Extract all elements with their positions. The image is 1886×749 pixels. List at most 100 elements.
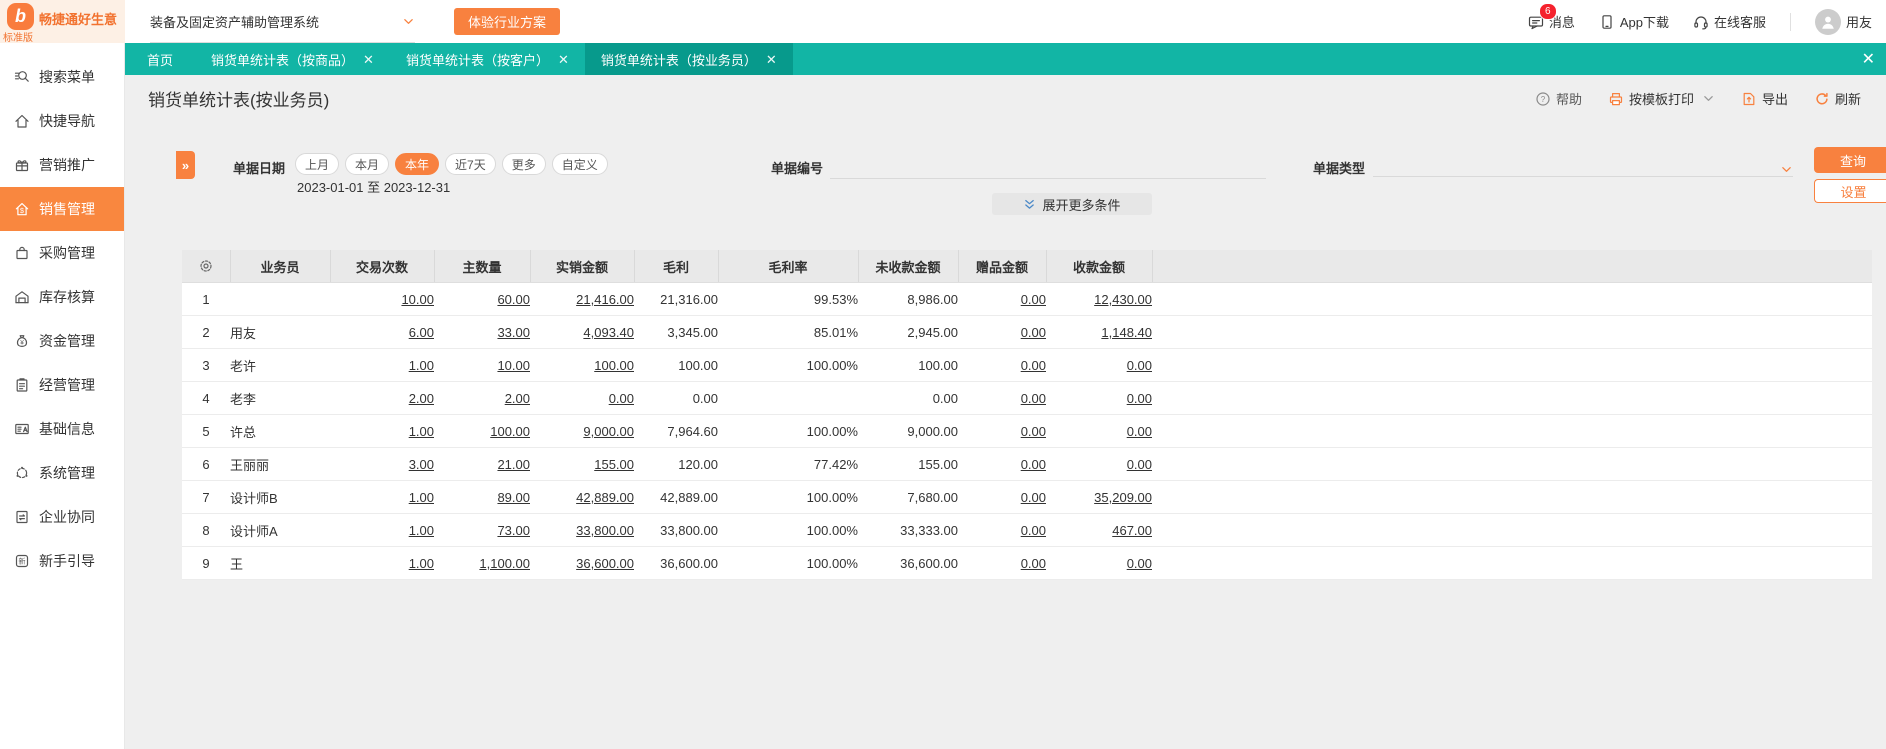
- tab-by-product[interactable]: 销货单统计表（按商品） ✕: [195, 43, 390, 75]
- svg-text:?: ?: [1541, 94, 1546, 103]
- sidebar-item-marketing[interactable]: 营销推广: [0, 143, 124, 187]
- drilldown-link[interactable]: 21,416.00: [576, 292, 634, 307]
- drilldown-link[interactable]: 2.00: [409, 391, 434, 406]
- help-button[interactable]: ? 帮助: [1535, 89, 1582, 108]
- drilldown-link[interactable]: 12,430.00: [1094, 292, 1152, 307]
- sidebar-item-search-menu[interactable]: 搜索菜单: [0, 55, 124, 99]
- close-tabs-icon[interactable]: ✕: [1862, 43, 1875, 75]
- chevron-down-icon[interactable]: [1702, 92, 1715, 105]
- drilldown-link[interactable]: 35,209.00: [1094, 490, 1152, 505]
- drilldown-link[interactable]: 9,000.00: [583, 424, 634, 439]
- table-cell: 10.00: [330, 282, 434, 316]
- sidebar-item-purchase-mgmt[interactable]: 采购管理: [0, 231, 124, 275]
- drilldown-link[interactable]: 33.00: [497, 325, 530, 340]
- drilldown-link[interactable]: 10.00: [401, 292, 434, 307]
- tab-home[interactable]: 首页: [125, 43, 195, 75]
- drilldown-link[interactable]: 467.00: [1112, 523, 1152, 538]
- user-menu[interactable]: 用友: [1814, 8, 1872, 35]
- table-cell: [718, 381, 858, 415]
- drilldown-link[interactable]: 6.00: [409, 325, 434, 340]
- column-settings-header[interactable]: [182, 250, 231, 283]
- table-gear-icon[interactable]: [182, 258, 230, 274]
- messages-button[interactable]: 消息 6: [1528, 3, 1575, 31]
- settings-button[interactable]: 设置: [1814, 179, 1886, 203]
- doc-type-select[interactable]: [1373, 154, 1793, 177]
- drilldown-link[interactable]: 0.00: [1127, 424, 1152, 439]
- close-tab-icon[interactable]: ✕: [363, 53, 374, 66]
- printer-icon: [1608, 91, 1624, 107]
- date-pill-本月[interactable]: 本月: [345, 153, 390, 175]
- drilldown-link[interactable]: 0.00: [1021, 490, 1046, 505]
- drilldown-link[interactable]: 0.00: [1021, 523, 1046, 538]
- drilldown-link[interactable]: 4,093.40: [583, 325, 634, 340]
- drilldown-link[interactable]: 0.00: [1021, 391, 1046, 406]
- sidebar-item-enterprise-collab[interactable]: 企业协同: [0, 495, 124, 539]
- expand-more-conditions-button[interactable]: 展开更多条件: [992, 193, 1152, 215]
- date-pill-自定义[interactable]: 自定义: [551, 153, 608, 175]
- drilldown-link[interactable]: 0.00: [1021, 358, 1046, 373]
- system-selector-dropdown[interactable]: 装备及固定资产辅助管理系统: [150, 0, 415, 43]
- drilldown-link[interactable]: 0.00: [1127, 457, 1152, 472]
- doc-no-input[interactable]: [830, 154, 1266, 179]
- drilldown-link[interactable]: 1.00: [409, 424, 434, 439]
- drilldown-link[interactable]: 3.00: [409, 457, 434, 472]
- drilldown-link[interactable]: 1,148.40: [1101, 325, 1152, 340]
- sidebar-item-inventory-accounting[interactable]: 库存核算: [0, 275, 124, 319]
- drilldown-link[interactable]: 0.00: [1021, 556, 1046, 571]
- date-range-value[interactable]: 2023-01-01 至 2023-12-31: [297, 177, 450, 196]
- doc-type-input[interactable]: [1373, 154, 1780, 176]
- cell-value: 100.00: [918, 357, 958, 373]
- drilldown-link[interactable]: 1.00: [409, 490, 434, 505]
- drilldown-link[interactable]: 60.00: [497, 292, 530, 307]
- print-by-template-button[interactable]: 按模板打印: [1608, 89, 1715, 108]
- drilldown-link[interactable]: 89.00: [497, 490, 530, 505]
- sidebar-item-base-info[interactable]: 基础信息: [0, 407, 124, 451]
- online-service-button[interactable]: 在线客服: [1693, 12, 1766, 31]
- query-button[interactable]: 查询: [1814, 147, 1886, 173]
- drilldown-link[interactable]: 33,800.00: [576, 523, 634, 538]
- drilldown-link[interactable]: 10.00: [497, 358, 530, 373]
- drilldown-link[interactable]: 1,100.00: [479, 556, 530, 571]
- cell-salesperson: 设计师B: [230, 480, 330, 514]
- drilldown-link[interactable]: 0.00: [1021, 325, 1046, 340]
- drilldown-link[interactable]: 0.00: [1021, 292, 1046, 307]
- tab-by-customer[interactable]: 销货单统计表（按客户） ✕: [390, 43, 585, 75]
- date-pill-上月[interactable]: 上月: [295, 153, 340, 175]
- close-tab-icon[interactable]: ✕: [766, 53, 777, 66]
- sidebar-item-funds-mgmt[interactable]: ¥ 资金管理: [0, 319, 124, 363]
- drilldown-link[interactable]: 0.00: [1021, 424, 1046, 439]
- sidebar-item-newbie-guide[interactable]: 新 新手引导: [0, 539, 124, 583]
- refresh-button[interactable]: 刷新: [1814, 89, 1861, 108]
- table-cell: 4,093.40: [530, 315, 634, 349]
- sidebar-item-system-mgmt[interactable]: 系统管理: [0, 451, 124, 495]
- date-pill-本年[interactable]: 本年: [395, 153, 440, 175]
- drilldown-link[interactable]: 36,600.00: [576, 556, 634, 571]
- drilldown-link[interactable]: 0.00: [1127, 391, 1152, 406]
- drilldown-link[interactable]: 155.00: [594, 457, 634, 472]
- trial-industry-button[interactable]: 体验行业方案: [454, 8, 561, 35]
- drilldown-link[interactable]: 73.00: [497, 523, 530, 538]
- drilldown-link[interactable]: 0.00: [1127, 358, 1152, 373]
- drilldown-link[interactable]: 1.00: [409, 358, 434, 373]
- app-download-button[interactable]: App下载: [1599, 12, 1669, 31]
- date-pill-近7天[interactable]: 近7天: [445, 153, 496, 175]
- drilldown-link[interactable]: 100.00: [594, 358, 634, 373]
- sidebar-item-operations-mgmt[interactable]: 经营管理: [0, 363, 124, 407]
- close-tab-icon[interactable]: ✕: [558, 53, 569, 66]
- sidebar-item-sales-mgmt[interactable]: $ 销售管理: [0, 187, 124, 231]
- drilldown-link[interactable]: 1.00: [409, 556, 434, 571]
- collapse-filter-tag[interactable]: »: [176, 151, 195, 179]
- drilldown-link[interactable]: 100.00: [490, 424, 530, 439]
- sidebar-item-quick-nav[interactable]: 快捷导航: [0, 99, 124, 143]
- tab-by-salesperson[interactable]: 销货单统计表（按业务员） ✕: [584, 43, 793, 75]
- export-button[interactable]: 导出: [1741, 89, 1788, 108]
- drilldown-link[interactable]: 21.00: [497, 457, 530, 472]
- table-cell: 9,000.00: [530, 414, 634, 448]
- drilldown-link[interactable]: 42,889.00: [576, 490, 634, 505]
- drilldown-link[interactable]: 0.00: [609, 391, 634, 406]
- drilldown-link[interactable]: 0.00: [1127, 556, 1152, 571]
- drilldown-link[interactable]: 0.00: [1021, 457, 1046, 472]
- drilldown-link[interactable]: 1.00: [409, 523, 434, 538]
- drilldown-link[interactable]: 2.00: [505, 391, 530, 406]
- date-pill-更多[interactable]: 更多: [501, 153, 546, 175]
